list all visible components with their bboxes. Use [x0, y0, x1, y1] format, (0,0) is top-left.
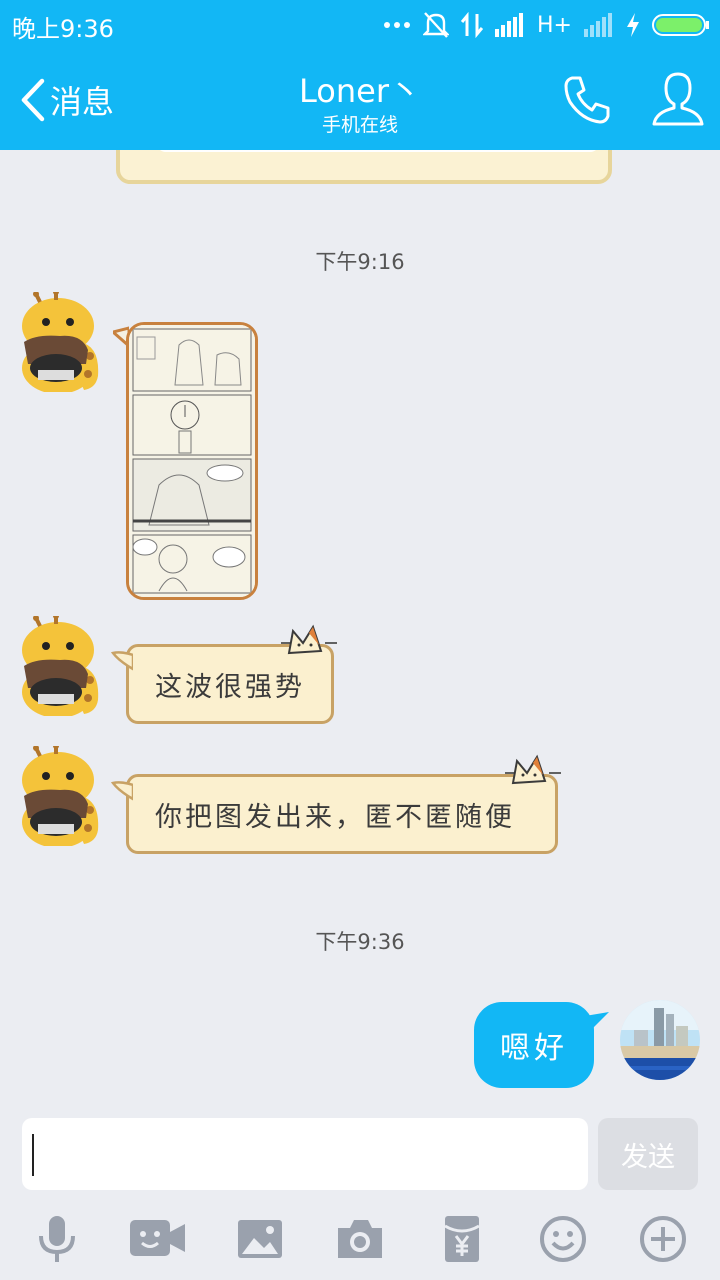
signal-weak-icon — [584, 13, 612, 37]
emoji-button[interactable] — [538, 1214, 588, 1264]
manga-image — [129, 325, 255, 597]
user-icon — [652, 72, 704, 126]
voice-button[interactable] — [32, 1214, 82, 1264]
charging-icon — [627, 13, 639, 37]
contact-avatar[interactable] — [16, 289, 106, 394]
giraffe-avatar-image — [22, 289, 99, 394]
giraffe-avatar-image — [22, 743, 99, 848]
composer: 发送 — [0, 1100, 720, 1200]
contact-avatar[interactable] — [16, 743, 106, 848]
phone-icon — [564, 76, 610, 124]
timestamp: 下午9:16 — [315, 250, 405, 274]
video-call-icon — [130, 1220, 185, 1256]
plus-icon — [640, 1216, 686, 1262]
previous-message-bubble[interactable] — [116, 150, 612, 184]
contact-avatar[interactable] — [16, 613, 106, 718]
text-cursor — [32, 1134, 34, 1176]
red-packet-icon — [444, 1216, 480, 1262]
back-label: 消息 — [50, 83, 115, 121]
composer-toolbar — [0, 1200, 720, 1280]
data-transfer-icon — [461, 12, 484, 38]
contact-text-bubble[interactable]: 你把图发出来，匿不匿随便 — [111, 754, 561, 854]
image-message[interactable] — [126, 322, 258, 600]
more-dots-icon — [384, 22, 411, 28]
bubble-tail — [585, 1012, 609, 1032]
network-type: H+ — [537, 12, 572, 38]
emoji-icon — [540, 1216, 586, 1262]
mute-bell-icon — [423, 12, 450, 38]
bubble-tail — [111, 781, 133, 801]
cat-ears-decoration-icon — [505, 754, 561, 785]
image-icon — [238, 1220, 282, 1258]
contact-name: Loner丶 — [299, 72, 421, 110]
message-input[interactable] — [22, 1118, 588, 1190]
cityscape-avatar-image — [620, 1000, 700, 1080]
contact-text-bubble[interactable]: 这波很强势 — [111, 624, 337, 724]
status-icons: H+ — [383, 8, 710, 42]
top-bar: 晚上9:36 H+ 消息 Loner丶 手机在线 — [0, 0, 720, 150]
status-bar: 晚上9:36 H+ — [0, 0, 720, 50]
status-time: 晚上9:36 — [12, 15, 114, 43]
chevron-left-icon — [21, 78, 45, 122]
profile-button[interactable] — [650, 70, 706, 130]
bubble-tail — [111, 651, 133, 671]
video-call-button[interactable] — [130, 1214, 186, 1264]
contact-status: 手机在线 — [321, 114, 398, 136]
message-text: 这波很强势 — [155, 671, 305, 703]
battery-icon — [652, 14, 709, 36]
chat-header: 消息 Loner丶 手机在线 — [0, 50, 720, 150]
my-text-bubble[interactable]: 嗯好 — [474, 1002, 594, 1088]
send-button[interactable]: 发送 — [598, 1118, 698, 1190]
camera-icon — [338, 1220, 382, 1258]
red-packet-button[interactable] — [438, 1214, 488, 1264]
back-button[interactable]: 消息 — [18, 74, 114, 126]
giraffe-avatar-image — [22, 613, 99, 718]
camera-button[interactable] — [336, 1214, 386, 1264]
chat-area[interactable]: 下午9:16 这波很强势 你把图发出来，匿不匿随便 下午9:36 嗯好 — [0, 150, 720, 1100]
microphone-icon — [39, 1216, 75, 1262]
voice-call-button[interactable] — [560, 72, 616, 128]
message-text: 你把图发出来，匿不匿随便 — [155, 801, 515, 833]
album-button[interactable] — [236, 1214, 286, 1264]
cat-ears-decoration-icon — [281, 624, 337, 655]
my-avatar[interactable] — [620, 1000, 700, 1080]
timestamp: 下午9:36 — [315, 930, 405, 954]
message-text: 嗯好 — [500, 1031, 568, 1066]
signal-icon — [495, 13, 524, 37]
more-button[interactable] — [638, 1214, 688, 1264]
